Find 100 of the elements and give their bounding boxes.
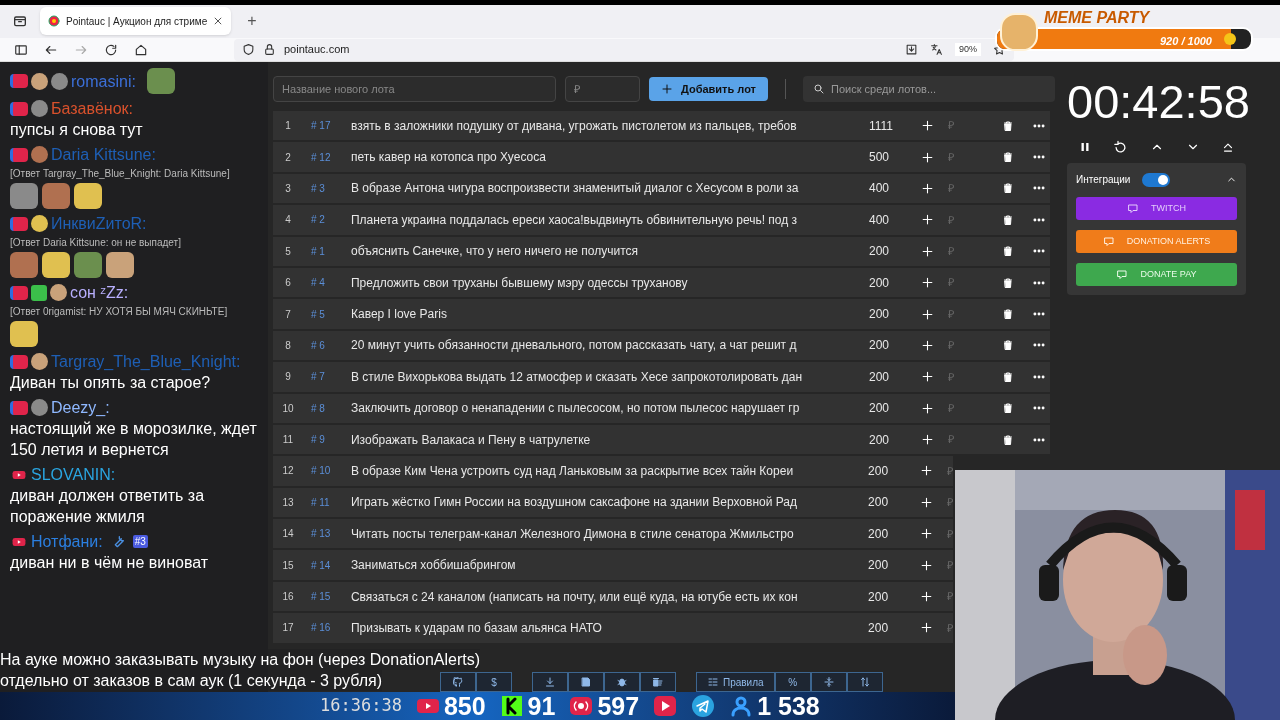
row-number: 8	[284, 338, 292, 353]
lot-id: # 4	[310, 276, 326, 291]
currency-text: ₽	[947, 589, 953, 605]
lot-id: # 7	[310, 370, 326, 385]
row-number: 16	[281, 590, 295, 605]
meme-party-count: 920 / 1000	[1160, 34, 1212, 49]
rules-button[interactable]: Правила	[696, 672, 775, 692]
lot-title: 20 минут учить обязанности дневального, потом рассказать чату, а чат решит д	[351, 337, 798, 355]
lot-row[interactable]: 8 # 6 20 минут учить обязанности дневального, потом рассказать чату, а чат решит д 200 ₽	[273, 330, 1050, 361]
meme-party-title: MEME PARTY	[1044, 9, 1150, 27]
lot-amount: 200	[867, 525, 890, 543]
lot-title: объяснить Санечке, что у него ничего не получится	[351, 243, 639, 261]
lot-title: Предложить свои труханы бывшему мэру одессы труханову	[351, 274, 689, 292]
subtitle-text: На ауке можно заказывать музыку на фон (через DonationAlerts)	[0, 649, 481, 670]
lot-row[interactable]: 13 # 11 Играть жёстко Гимн России на воздушном саксафоне на здании Верховной Рад 200 ₽	[273, 487, 953, 518]
lot-row[interactable]: 14 # 13 Читать посты телеграм-канал Железного Димона в стиле сенатора Жмильстро 200 ₽	[273, 519, 953, 549]
reply-text: [Ответ 0rigamist: НУ ХОТЯ БЫ МЯЧ СКИНЬТЕ]	[10, 305, 229, 319]
lot-title: Заниматься хоббишабрингом	[350, 557, 517, 575]
clock-text: 16:36:38	[320, 694, 402, 718]
add-lot-button[interactable]: Добавить лот	[649, 77, 768, 101]
username[interactable]: Базавёнок:	[51, 98, 134, 119]
rank-tag: #3	[132, 535, 148, 548]
lot-title: Читать посты телеграм-канал Железного Димона в стиле сенатора Жмильстро	[350, 525, 795, 543]
currency-text: ₽	[948, 338, 954, 354]
reply-text: [Ответ Targray_The_Blue_Knight: Daria Kittsune]	[10, 167, 231, 181]
reply-text: [Ответ Daria Kittsune: он не выпадет]	[10, 236, 182, 250]
lot-id: # 1	[310, 244, 326, 259]
username[interactable]: SLOVANIN:	[31, 464, 116, 485]
currency-text: ₽	[947, 526, 953, 542]
row-number: 2	[284, 150, 292, 165]
toolbar-button[interactable]: %	[774, 672, 811, 692]
lot-name-field[interactable]: Название нового лота	[273, 76, 556, 102]
row-number: 11	[281, 433, 295, 448]
lot-title: петь кавер на котопса про Хуесоса	[351, 149, 547, 167]
username[interactable]: Deezy_:	[51, 397, 110, 418]
address-bar[interactable]: pointauc.com 90%	[234, 38, 1014, 61]
lot-amount: 200	[868, 243, 890, 261]
lot-amount: 200	[868, 337, 890, 355]
row-number: 12	[281, 464, 295, 479]
lot-row[interactable]: 4 # 2 Планета украина поддалась ереси хаоса!выдвинуть обвинительную речь! под з 400 ₽	[273, 205, 1050, 235]
lot-title: В стиле Вихорькова выдать 12 атмосфер и сказать Хесе запрокотолировать дан	[351, 368, 803, 386]
stat-count: 597	[597, 693, 640, 719]
lot-row[interactable]: 11 # 9 Изображать Валакаса и Пену в чатрулетке 200 ₽	[273, 424, 1050, 455]
lot-row[interactable]: 15 # 14 Заниматься хоббишабрингом 200 ₽	[273, 550, 953, 580]
lot-title: Заключить договор о ненападении с пылесосом, но потом пылесос нарушает гр	[351, 400, 801, 418]
currency-text: ₽	[948, 244, 954, 259]
lot-row[interactable]: 2 # 12 петь кавер на котопса про Хуесоса 500 ₽	[273, 142, 1050, 172]
username[interactable]: сон ᶻZz:	[70, 282, 129, 303]
lot-row[interactable]: 7 # 5 Кавер I love Paris 200 ₽	[273, 299, 1050, 329]
lot-row[interactable]: 1 # 17 взять в заложники подушку от дивана, угрожать пистолетом из пальцев, требов 1111 ₽	[273, 111, 1050, 141]
stat-count: 91	[527, 693, 556, 719]
lot-row[interactable]: 10 # 8 Заключить договор о ненападении с пылесосом, но потом пылесос нарушает гр 200 ₽	[273, 393, 1050, 423]
lot-title: В образе Антона чигура воспроизвести знаменитый диалог с Хесусом в роли за	[351, 180, 800, 198]
chat-message: диван ни в чём не виноват	[10, 553, 210, 573]
browser-tab[interactable]: Pointauc | Аукцион для стриме	[40, 7, 232, 35]
currency-text: ₽	[948, 149, 954, 165]
currency-text: ₽	[947, 495, 953, 511]
lot-row[interactable]: 16 # 15 Связаться с 24 каналом (написать на почту, или ещё куда, на ютубе есть их кон 200 ₽	[273, 581, 953, 612]
row-number: 15	[281, 558, 295, 573]
lot-amount: 200	[868, 368, 890, 386]
lot-title: Изображать Валакаса и Пену в чатрулетке	[351, 431, 592, 449]
lot-row[interactable]: 5 # 1 объяснить Санечке, что у него ничего не получится 200 ₽	[273, 236, 1050, 266]
currency-text: ₽	[948, 118, 954, 134]
currency-text: ₽	[947, 620, 953, 636]
chat-message: Диван ты опять за старое?	[10, 373, 212, 393]
lot-id: # 8	[310, 401, 326, 416]
row-number: 17	[281, 621, 295, 636]
toolbar-button[interactable]: $	[476, 672, 512, 692]
row-number: 10	[281, 401, 295, 416]
new-tab-button[interactable]: +	[243, 13, 261, 29]
lot-amount: 1111	[868, 117, 894, 135]
zoom-level[interactable]: 90%	[955, 42, 981, 57]
row-number: 1	[284, 119, 292, 134]
amount-field[interactable]: ₽	[565, 76, 640, 102]
lot-id: # 3	[310, 181, 326, 196]
search-field[interactable]: Поиск среди лотов...	[803, 76, 1055, 102]
row-number: 4	[284, 213, 292, 228]
lot-row[interactable]: 17 # 16 Призывать к ударам по базам альянса НАТО 200 ₽	[273, 613, 953, 643]
lot-amount: 200	[868, 431, 890, 449]
username[interactable]: Нотфани:	[31, 531, 103, 552]
lot-row[interactable]: 6 # 4 Предложить свои труханы бывшему мэру одессы труханову 200 ₽	[273, 267, 1050, 298]
username[interactable]: romasini:	[71, 70, 136, 92]
currency-text: ₽	[948, 400, 954, 416]
lot-id: # 15	[309, 590, 332, 605]
lot-title: Планета украина поддалась ереси хаоса!выдвинуть обвинительную речь! под з	[351, 211, 799, 229]
lot-amount: 200	[867, 619, 890, 637]
lot-id: # 16	[309, 621, 332, 636]
lot-amount: 200	[867, 557, 890, 575]
lot-amount: 200	[867, 494, 890, 512]
lot-row[interactable]: 12 # 10 В образе Ким Чена устроить суд над Ланьковым за раскрытие всех тайн Кореи 200 ₽	[273, 456, 953, 486]
lot-row[interactable]: 9 # 7 В стиле Вихорькова выдать 12 атмосфер и сказать Хесе запрокотолировать дан 200 ₽	[273, 362, 1050, 392]
currency-text: ₽	[948, 275, 954, 291]
lot-row[interactable]: 3 # 3 В образе Антона чигура воспроизвести знаменитый диалог с Хесусом в роли за 400 ₽	[273, 173, 1050, 204]
lot-amount: 200	[868, 274, 890, 292]
lot-id: # 6	[310, 338, 326, 353]
lot-id: # 9	[310, 433, 326, 448]
lot-amount: 400	[868, 211, 890, 229]
lot-amount: 200	[868, 306, 890, 324]
chat-message: диван должен ответить за поражение жмиля	[10, 486, 206, 527]
twitch-button[interactable]: TWITCH	[1076, 197, 1237, 220]
